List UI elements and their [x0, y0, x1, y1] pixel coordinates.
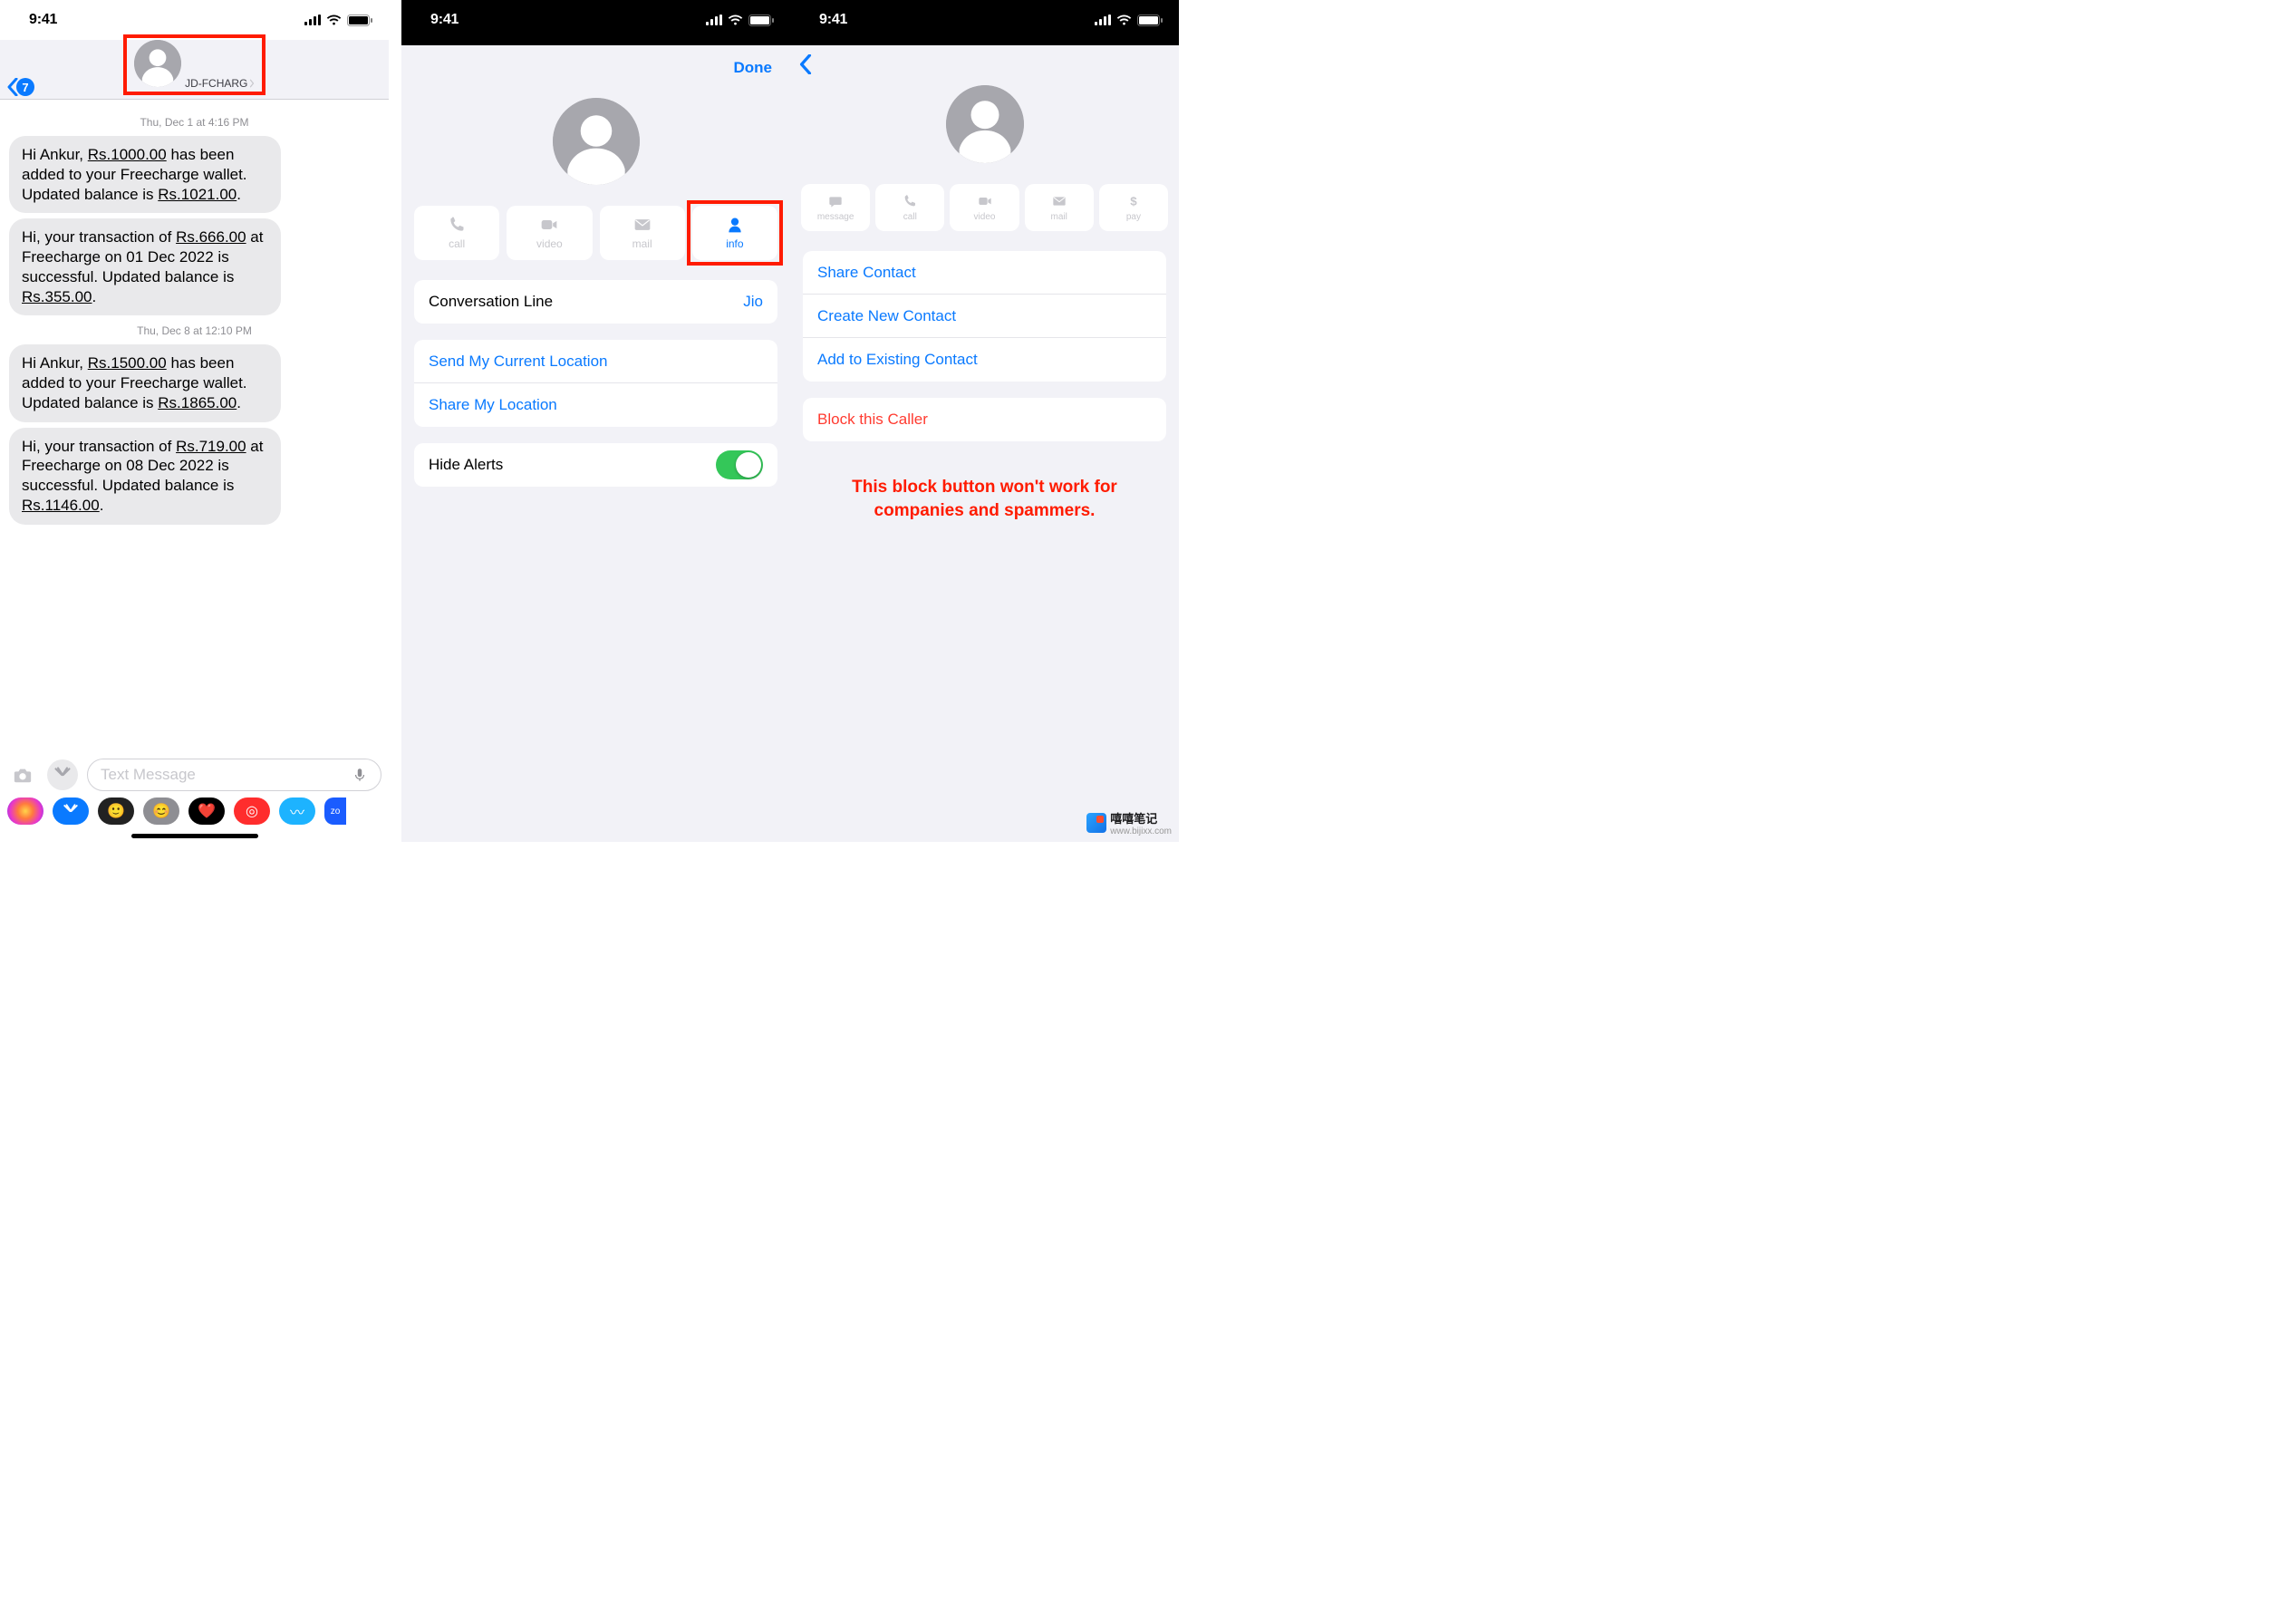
mail-button[interactable]: mail: [600, 206, 685, 260]
alerts-group: Hide Alerts: [414, 443, 777, 487]
contact-actions: message call video mail pay: [790, 184, 1179, 231]
fitness-app-icon[interactable]: ❤️: [188, 798, 225, 825]
watermark: 嘻嘻笔记 www.bijixx.com: [1086, 809, 1172, 836]
imessage-app-tray[interactable]: 🙂 😊 ❤️ ◎ 〰 zo: [0, 793, 389, 829]
hide-alerts-toggle[interactable]: [716, 450, 763, 479]
status-right: [304, 14, 372, 26]
app-icon[interactable]: ◎: [234, 798, 270, 825]
value: Jio: [743, 293, 763, 311]
annotation-note: This block button won't work for compani…: [790, 458, 1179, 540]
wifi-icon: [728, 14, 743, 25]
compose-bar: Text Message: [0, 753, 389, 797]
battery-icon: [1137, 14, 1163, 26]
contact-avatar: [401, 98, 790, 189]
video-button[interactable]: video: [950, 184, 1019, 231]
create-contact-cell[interactable]: Create New Contact: [803, 295, 1166, 338]
contact-actions: call video mail info: [401, 206, 790, 260]
contact-info-screen: 9:41 message call video mail pay Share C…: [790, 0, 1179, 842]
battery-icon: [347, 14, 372, 26]
block-group: Block this Caller: [803, 398, 1166, 441]
memoji-app-icon[interactable]: 🙂: [98, 798, 134, 825]
back-button[interactable]: [799, 54, 812, 79]
contact-detail-sheet: 9:41 Done call video mail info Conversat…: [401, 0, 790, 842]
wifi-icon: [1116, 14, 1132, 25]
add-contact-cell[interactable]: Add to Existing Contact: [803, 338, 1166, 382]
pay-button[interactable]: pay: [1099, 184, 1168, 231]
status-time: 9:41: [29, 12, 57, 28]
message-button[interactable]: message: [801, 184, 870, 231]
appstore-app-icon[interactable]: [53, 798, 89, 825]
info-button[interactable]: info: [692, 206, 777, 260]
photos-app-icon[interactable]: [7, 798, 43, 825]
done-button[interactable]: Done: [734, 59, 773, 77]
block-caller-cell[interactable]: Block this Caller: [803, 398, 1166, 441]
status-bar: 9:41: [790, 0, 1179, 40]
message-thread[interactable]: Thu, Dec 1 at 4:16 PM Hi Ankur, Rs.1000.…: [0, 100, 389, 752]
video-button[interactable]: video: [507, 206, 592, 260]
placeholder: Text Message: [101, 766, 196, 784]
call-button[interactable]: call: [414, 206, 499, 260]
battery-icon: [748, 14, 774, 26]
contact-avatar: [790, 85, 1179, 168]
mail-button[interactable]: mail: [1025, 184, 1094, 231]
signal-icon: [304, 14, 321, 25]
hide-alerts-cell: Hide Alerts: [414, 443, 777, 487]
status-bar: 9:41: [401, 0, 790, 40]
message-bubble[interactable]: Hi, your transaction of Rs.666.00 at Fre…: [9, 218, 281, 315]
contact-actions-group: Share Contact Create New Contact Add to …: [803, 251, 1166, 382]
avatar: [134, 40, 181, 87]
status-right: [706, 14, 774, 26]
audio-app-icon[interactable]: 〰: [279, 798, 315, 825]
back-button[interactable]: 7: [7, 78, 34, 96]
wifi-icon: [326, 14, 342, 25]
dictate-icon[interactable]: [352, 765, 368, 785]
timestamp: Thu, Dec 1 at 4:16 PM: [9, 116, 380, 129]
status-right: [1095, 14, 1163, 26]
signal-icon: [706, 14, 722, 25]
call-button[interactable]: call: [875, 184, 944, 231]
message-bubble[interactable]: Hi Ankur, Rs.1000.00 has been added to y…: [9, 136, 281, 213]
message-bubble[interactable]: Hi, your transaction of Rs.719.00 at Fre…: [9, 428, 281, 525]
status-time: 9:41: [430, 12, 459, 28]
location-group: Send My Current Location Share My Locati…: [414, 340, 777, 427]
messages-thread-screen: 9:41 7 JD-FCHARG Thu, Dec 1 at 4:16 PM H…: [0, 0, 389, 842]
thread-header: 7 JD-FCHARG: [0, 40, 389, 100]
contact-button[interactable]: JD-FCHARG: [134, 40, 256, 92]
share-contact-cell[interactable]: Share Contact: [803, 251, 1166, 295]
app-store-button[interactable]: [47, 759, 78, 790]
home-indicator[interactable]: [131, 834, 258, 838]
watermark-logo-icon: [1086, 813, 1106, 833]
timestamp: Thu, Dec 8 at 12:10 PM: [9, 324, 380, 337]
label: Conversation Line: [429, 293, 553, 311]
send-location-cell[interactable]: Send My Current Location: [414, 340, 777, 383]
sheet-header: Done: [401, 45, 790, 91]
unread-badge: 7: [16, 78, 34, 96]
signal-icon: [1095, 14, 1111, 25]
camera-button[interactable]: [7, 759, 38, 790]
message-bubble[interactable]: Hi Ankur, Rs.1500.00 has been added to y…: [9, 344, 281, 421]
chevron-right-icon: [249, 79, 255, 88]
status-bar: 9:41: [0, 0, 389, 40]
app-icon[interactable]: zo: [324, 798, 346, 825]
label: Hide Alerts: [429, 456, 503, 474]
status-time: 9:41: [819, 12, 847, 28]
share-location-cell[interactable]: Share My Location: [414, 383, 777, 427]
message-input[interactable]: Text Message: [87, 759, 381, 791]
contact-name: JD-FCHARG: [185, 77, 255, 90]
conversation-line-group: Conversation Line Jio: [414, 280, 777, 324]
stickers-app-icon[interactable]: 😊: [143, 798, 179, 825]
conversation-line-cell[interactable]: Conversation Line Jio: [414, 280, 777, 324]
